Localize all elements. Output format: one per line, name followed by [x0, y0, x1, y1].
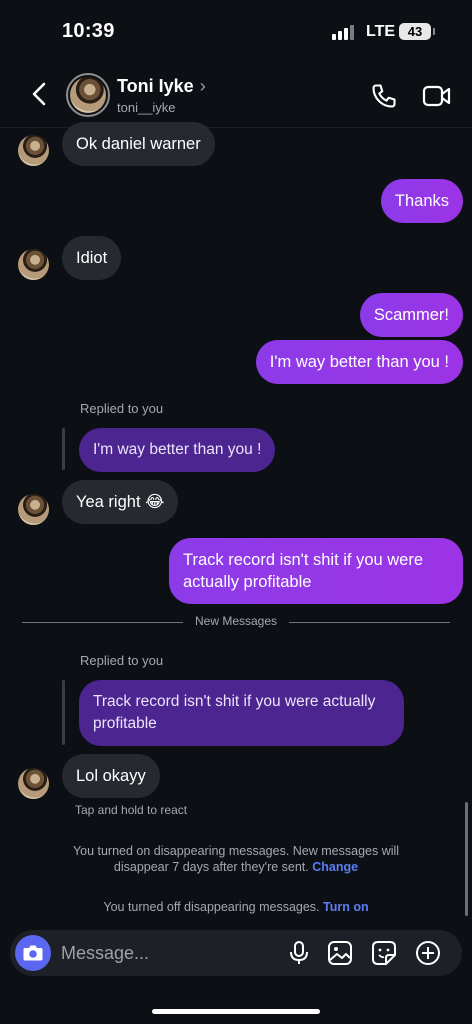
message-incoming[interactable]: Ok daniel warner — [62, 122, 215, 166]
status-time: 10:39 — [62, 20, 115, 42]
contact-name: Toni Iyke — [117, 76, 194, 96]
message-outgoing[interactable]: Scammer! — [359, 293, 463, 337]
message-outgoing[interactable]: Thanks — [380, 179, 463, 223]
status-bar: 10:39 LTE 43 — [0, 0, 472, 62]
back-button[interactable] — [26, 80, 54, 108]
notice-text: You turned on disappearing messages. New… — [72, 844, 400, 858]
quote-line: Track record isn't shit if you were actu… — [93, 693, 376, 710]
new-messages-divider: New Messages — [22, 614, 450, 632]
microphone-icon — [290, 941, 308, 964]
phone-icon — [372, 84, 396, 108]
contact-avatar[interactable] — [66, 73, 110, 117]
disappearing-off-notice: You turned off disappearing messages. Tu… — [40, 899, 432, 915]
message-outgoing[interactable]: I'm way better than you ! — [255, 340, 463, 384]
message-line: actually profitable — [183, 573, 312, 591]
notice-text: disappear 7 days after they're sent. — [113, 860, 309, 874]
divider-label: New Messages — [194, 614, 278, 628]
voice-message-button[interactable] — [286, 940, 312, 966]
notice-text: You turned off disappearing messages. — [103, 900, 320, 914]
change-link[interactable]: Change — [312, 860, 358, 874]
sender-avatar[interactable] — [18, 768, 49, 799]
chat-header: Toni Iyke › toni__iyke — [0, 62, 472, 128]
signal-icon — [332, 24, 356, 40]
disappearing-on-notice: You turned on disappearing messages. New… — [40, 843, 432, 875]
gallery-button[interactable] — [327, 940, 353, 966]
replied-message-quote[interactable]: I'm way better than you ! — [79, 428, 276, 472]
message-outgoing[interactable]: Track record isn't shit if you were actu… — [169, 538, 463, 604]
quote-bar — [62, 680, 65, 745]
message-composer — [10, 930, 462, 976]
sender-avatar[interactable] — [18, 135, 49, 166]
quote-line: profitable — [93, 715, 157, 732]
back-chevron-icon — [32, 82, 46, 106]
quote-bar — [62, 428, 65, 470]
battery-level: 43 — [407, 24, 423, 39]
message-incoming[interactable]: Idiot — [62, 236, 122, 280]
contact-username: toni__iyke — [117, 100, 176, 115]
scrollbar[interactable] — [465, 802, 468, 916]
replied-label: Replied to you — [80, 401, 164, 416]
video-camera-icon — [422, 85, 451, 107]
chevron-right-icon: › — [199, 76, 206, 96]
battery-icon: 43 — [399, 23, 435, 40]
chat-screen: 10:39 LTE 43 Toni Iyke › toni__iyke Ok da… — [0, 0, 472, 1024]
sticker-icon — [372, 941, 396, 965]
camera-icon — [23, 945, 43, 961]
more-button[interactable] — [415, 940, 441, 966]
network-type: LTE — [366, 23, 396, 40]
sticker-button[interactable] — [371, 940, 397, 966]
gallery-icon — [328, 941, 352, 965]
message-input[interactable] — [61, 930, 281, 976]
turn-on-link[interactable]: Turn on — [323, 900, 369, 914]
replied-message-quote[interactable]: Track record isn't shit if you were actu… — [79, 680, 404, 746]
camera-button[interactable] — [15, 935, 51, 971]
replied-label: Replied to you — [80, 653, 164, 668]
contact-info[interactable]: Toni Iyke › toni__iyke — [117, 76, 206, 115]
sender-avatar[interactable] — [18, 249, 49, 280]
plus-circle-icon — [416, 941, 440, 965]
message-incoming[interactable]: Lol okayy — [62, 754, 160, 798]
sender-avatar[interactable] — [18, 494, 49, 525]
tap-hold-hint: Tap and hold to react — [75, 803, 188, 817]
message-incoming[interactable]: Yea right 😂 — [62, 480, 179, 524]
message-line: Track record isn't shit if you were — [183, 551, 424, 569]
video-call-button[interactable] — [422, 83, 452, 109]
home-indicator[interactable] — [152, 1009, 320, 1014]
voice-call-button[interactable] — [370, 82, 398, 110]
